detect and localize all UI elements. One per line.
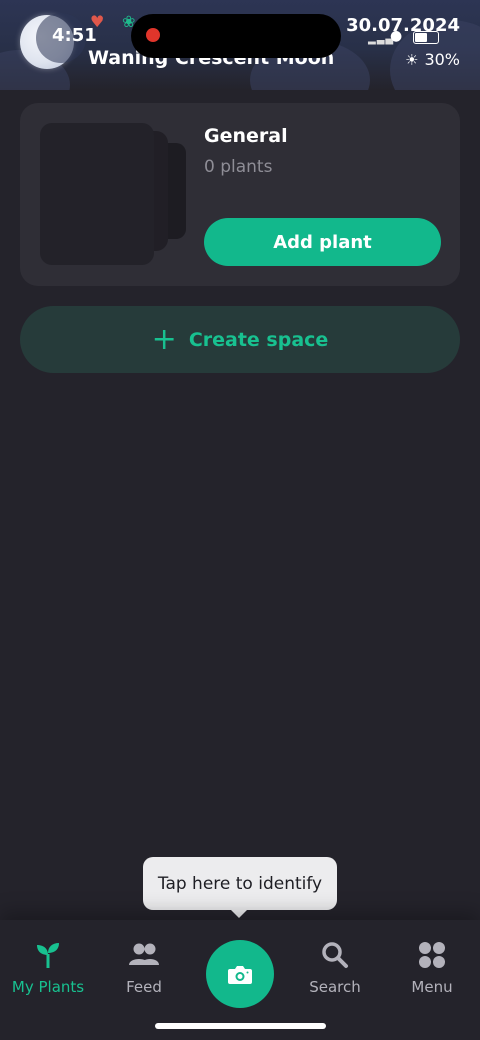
create-space-button[interactable]: + Create space	[20, 306, 460, 373]
search-icon	[322, 942, 348, 968]
grid-icon	[419, 942, 445, 968]
battery-icon	[413, 31, 439, 44]
home-indicator[interactable]	[155, 1023, 326, 1029]
add-plant-button[interactable]: Add plant	[204, 218, 441, 266]
tab-label: My Plants	[11, 978, 85, 996]
weather-value: 30%	[424, 50, 460, 69]
space-card-general[interactable]: General 0 plants Add plant	[20, 103, 460, 286]
identify-camera-button[interactable]	[206, 940, 274, 1008]
tab-label: Search	[309, 978, 361, 996]
identify-tooltip: Tap here to identify	[143, 857, 337, 910]
tab-menu[interactable]: Menu	[384, 940, 480, 996]
sun-icon: ☀	[404, 51, 419, 69]
plant-count: 0 plants	[204, 157, 273, 177]
header: Waning Crescent Moon ♥ ❀ 4:51 30.07.2024…	[0, 0, 480, 90]
system-status-icons: ▂▃▄ ●	[368, 28, 448, 45]
recording-indicator-icon	[146, 28, 160, 42]
camera-icon	[228, 966, 252, 984]
tooltip-arrow	[229, 908, 249, 918]
tab-search[interactable]: Search	[287, 940, 383, 996]
tab-label: Menu	[411, 978, 453, 996]
space-thumbnail	[40, 123, 154, 265]
tab-my-plants[interactable]: My Plants	[0, 940, 96, 996]
bottom-tab-bar: My Plants Feed Search Menu	[0, 920, 480, 1040]
bug-icon: ❀	[122, 12, 136, 31]
dynamic-island	[131, 14, 341, 58]
space-name: General	[204, 125, 288, 147]
weather-indicator: ☀ 30%	[405, 50, 460, 69]
tab-feed[interactable]: Feed	[96, 940, 192, 996]
status-time: 4:51	[52, 25, 97, 46]
wifi-icon: ●	[390, 28, 403, 44]
sprout-icon	[37, 943, 59, 968]
plus-icon: +	[151, 321, 177, 357]
tab-label: Feed	[126, 978, 162, 996]
create-space-label: Create space	[188, 328, 329, 351]
people-icon	[129, 943, 159, 965]
